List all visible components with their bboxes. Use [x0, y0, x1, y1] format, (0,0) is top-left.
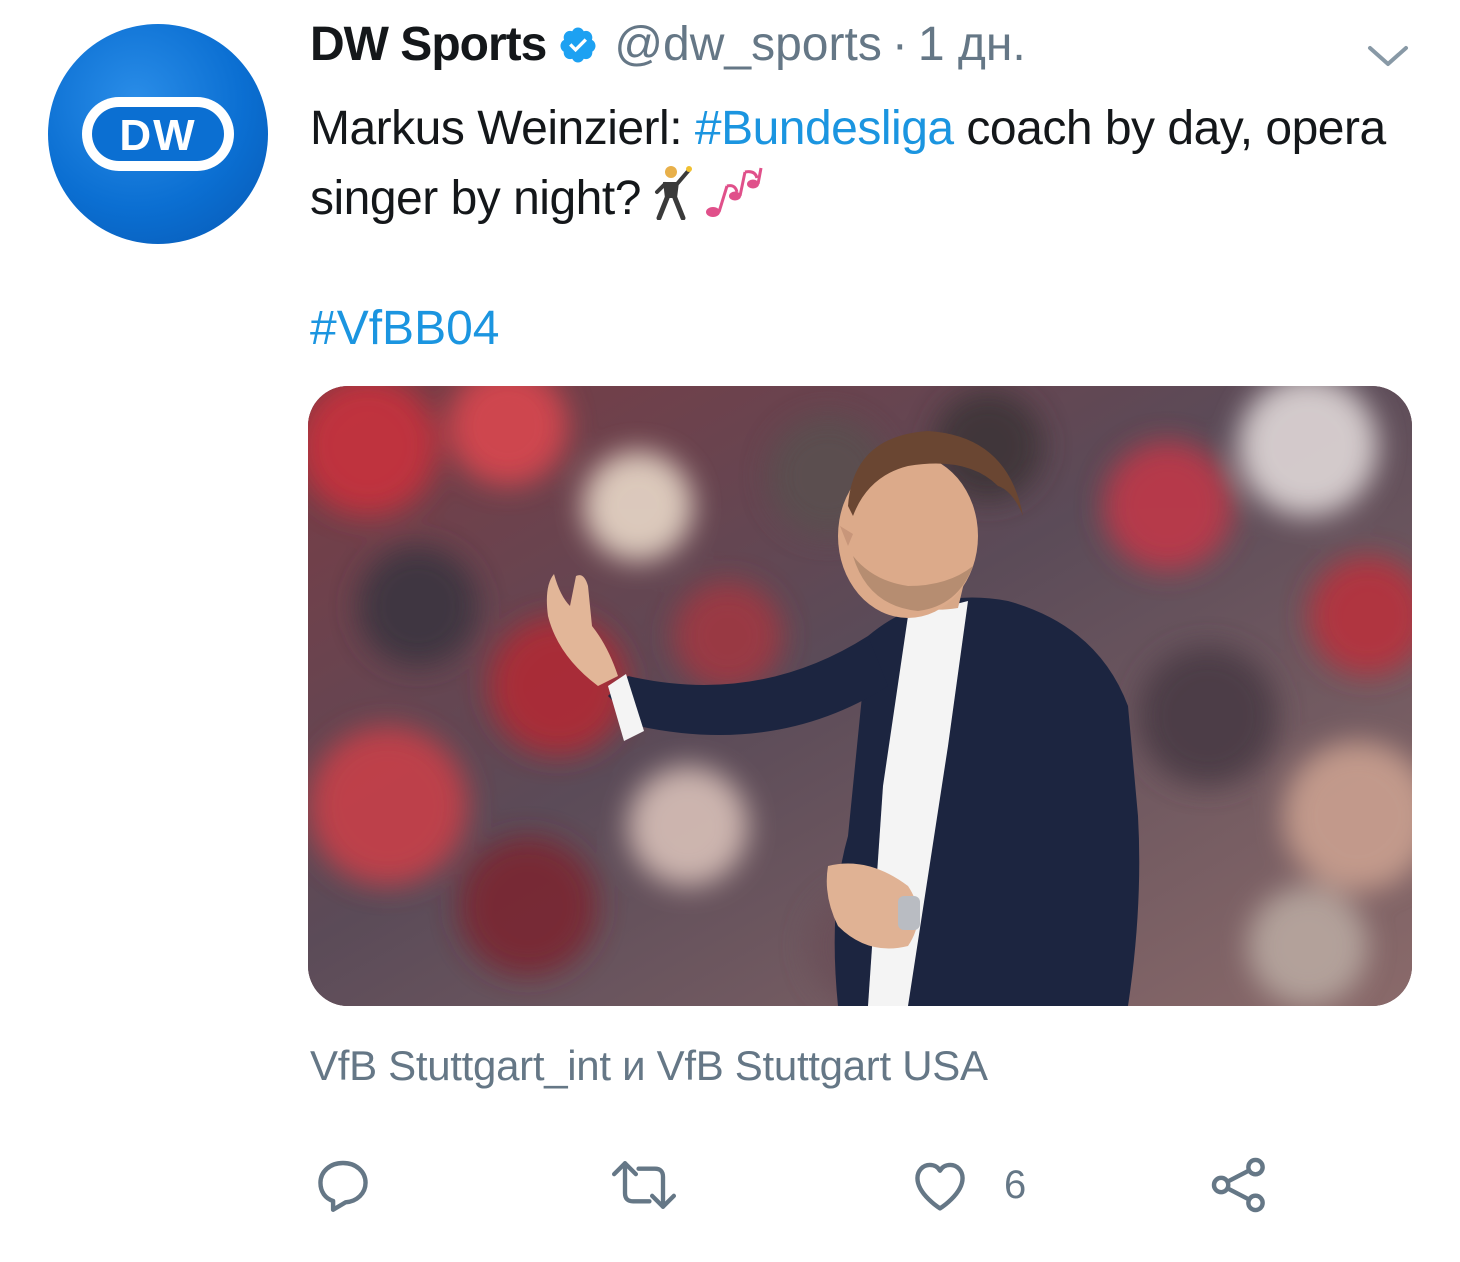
tweet-header: DW Sports @dw_sports · 1 дн.: [310, 14, 1026, 76]
share-icon: [1211, 1157, 1265, 1213]
heart-icon: [915, 1162, 965, 1211]
media-photo: [308, 386, 1412, 1006]
like-count: 6: [1004, 1162, 1027, 1207]
header-separator: ·: [891, 18, 908, 71]
author-display-name[interactable]: DW Sports: [310, 14, 547, 76]
reply-button[interactable]: [310, 1150, 376, 1220]
chevron-down-icon: [1368, 46, 1408, 66]
tweet-text: Markus Weinzierl: #Bundesliga coach by d…: [310, 96, 1400, 232]
tweet-card: DW DW Sports @dw_sports · 1 дн. Markus W…: [0, 0, 1460, 1262]
author-avatar[interactable]: DW: [48, 24, 268, 244]
more-options-button[interactable]: [1364, 36, 1412, 76]
tweet-text-part1: Markus Weinzierl:: [310, 102, 695, 155]
musical-notes-icon: [705, 167, 763, 217]
like-button[interactable]: 6: [906, 1150, 1026, 1220]
tweet-emojis: [651, 162, 773, 220]
tagged-users-link[interactable]: VfB Stuttgart_int и VfB Stuttgart USA: [310, 1036, 988, 1096]
share-button[interactable]: [1206, 1150, 1272, 1220]
dw-logo-icon: DW: [82, 97, 234, 171]
dw-logo-text: DW: [119, 111, 196, 160]
man-dancing-icon: [654, 166, 692, 220]
hashtag-bundesliga-link[interactable]: #Bundesliga: [695, 102, 954, 155]
retweet-button[interactable]: [606, 1150, 682, 1220]
hashtag-vfbb04-link[interactable]: #VfBB04: [310, 296, 499, 362]
author-handle[interactable]: @dw_sports: [614, 14, 882, 76]
reply-icon: [318, 1160, 368, 1212]
retweet-icon: [611, 1161, 677, 1209]
tweet-timestamp[interactable]: 1 дн.: [918, 14, 1026, 76]
tweet-media-image[interactable]: [308, 386, 1412, 1006]
verified-badge-icon: [558, 25, 598, 65]
